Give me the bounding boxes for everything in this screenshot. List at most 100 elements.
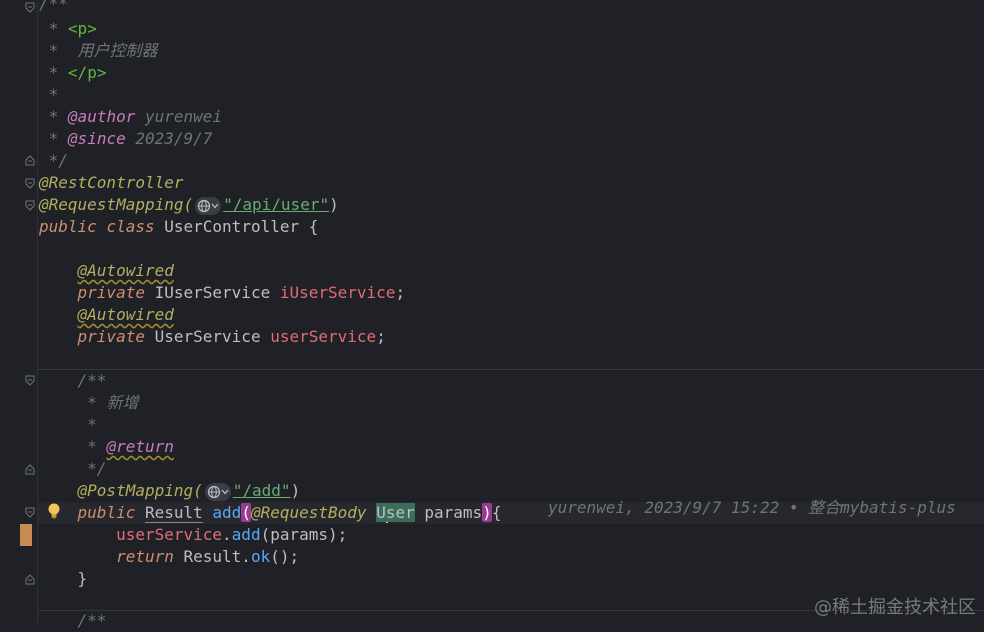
matched-paren: ( (241, 503, 251, 522)
comment-text: /** (39, 0, 68, 13)
blame-message: 整合 (808, 498, 841, 517)
comment-description: 用户控制器 (77, 41, 158, 60)
type-name: ser (385, 503, 415, 522)
code-line[interactable]: return Result.ok(); (39, 546, 299, 568)
code-line[interactable]: */ (39, 458, 106, 480)
code-line[interactable]: @Autowired (39, 304, 174, 326)
blame-message: mybatis-plus (840, 498, 956, 517)
method-name: add (212, 503, 242, 522)
code-editor[interactable]: /** * <p> * 用户控制器 * </p> * * @author yur… (0, 0, 984, 630)
comment-text: * (87, 393, 97, 412)
comment-text: * (48, 41, 59, 60)
field-name: userService (116, 525, 223, 544)
brace: } (77, 569, 88, 588)
fold-icon[interactable] (25, 2, 35, 13)
inline-blame[interactable]: yurenwei, 2023/9/7 15:22 • 整合mybatis-plu… (548, 497, 956, 519)
annotation: @RestController (39, 173, 184, 192)
globe-icon[interactable] (204, 482, 231, 501)
code-line[interactable]: } (39, 568, 88, 590)
paren: ) (290, 481, 301, 500)
author-value: yurenwei (145, 107, 223, 126)
code-line[interactable]: private IUserService iUserService; (39, 282, 406, 304)
blame-author: yurenwei, (548, 498, 635, 517)
class-name: UserController (164, 217, 300, 236)
brace: { (491, 503, 502, 522)
doc-tag: @return (106, 437, 174, 456)
code-line[interactable]: /** (39, 610, 107, 632)
keyword: private (77, 283, 145, 302)
code-line[interactable]: * (39, 84, 59, 106)
code-line[interactable]: * 用户控制器 (39, 40, 158, 62)
annotation: @RequestMapping( (39, 195, 194, 214)
fold-icon[interactable] (25, 507, 35, 518)
html-tag: </p> (67, 63, 107, 82)
field-name: iUserService (279, 283, 396, 302)
code-line[interactable]: userService.add(params); (39, 524, 347, 546)
call-args: (); (270, 547, 300, 566)
code-line[interactable]: * @author yurenwei (39, 106, 222, 128)
comment-description: 新增 (106, 393, 139, 412)
comment-text: * (48, 129, 59, 148)
code-line[interactable]: * 新增 (39, 392, 138, 414)
code-line[interactable]: @RequestMapping("/api/user") (39, 194, 339, 216)
fold-icon[interactable] (25, 464, 35, 475)
class-ref: Result. (183, 547, 251, 566)
doc-tag: @author (67, 107, 136, 126)
fold-icon[interactable] (25, 178, 35, 189)
string-literal[interactable]: "/api/user" (223, 195, 329, 214)
string-literal[interactable]: "/add" (233, 481, 291, 500)
code-line[interactable]: * <p> (39, 18, 97, 40)
globe-icon[interactable] (195, 196, 222, 215)
method-separator (38, 369, 984, 370)
comment-text: * (48, 19, 59, 38)
comment-text: * (48, 107, 59, 126)
code-line[interactable]: * </p> (39, 62, 107, 84)
code-line[interactable]: @Autowired (39, 260, 174, 282)
code-line[interactable]: private UserService userService; (39, 326, 386, 348)
semicolon: ; (376, 327, 386, 346)
code-line[interactable]: public class UserController { (39, 216, 318, 238)
code-line[interactable]: * @return (39, 436, 174, 458)
blame-date: 2023/9/7 15:22 (644, 498, 780, 517)
code-line[interactable]: */ (39, 150, 68, 172)
annotation: @Autowired (77, 261, 174, 280)
matched-paren: ) (482, 503, 492, 522)
code-line[interactable]: /** (39, 0, 68, 15)
code-line[interactable]: * (39, 414, 97, 436)
fold-icon[interactable] (25, 200, 35, 211)
type-name: U (376, 503, 386, 522)
type-name: IUserService (154, 283, 271, 302)
change-marker[interactable] (20, 524, 32, 546)
comment-text: */ (48, 151, 68, 170)
code-line[interactable]: @PostMapping("/add") (39, 480, 300, 502)
doc-tag: @since (67, 129, 126, 148)
comment-text: /** (77, 611, 107, 630)
since-value: 2023/9/7 (135, 129, 213, 148)
annotation: @Autowired (77, 305, 174, 324)
blame-bullet: • (788, 498, 799, 517)
comment-text: * (87, 415, 97, 434)
keyword: public (39, 217, 97, 236)
code-line[interactable]: public Result add(@RequestBody User para… (39, 502, 501, 524)
fold-icon[interactable] (25, 155, 35, 166)
type-name: UserService (154, 327, 261, 346)
code-line[interactable]: /** (39, 370, 107, 392)
comment-text: */ (87, 459, 107, 478)
keyword: private (77, 327, 145, 346)
annotation: @RequestBody (250, 503, 367, 522)
keyword: class (106, 217, 155, 236)
gutter[interactable] (0, 0, 38, 624)
code-line[interactable]: * @since 2023/9/7 (39, 128, 213, 150)
code-line[interactable]: @RestController (39, 172, 184, 194)
comment-text: * (87, 437, 97, 456)
comment-text: /** (77, 371, 107, 390)
semicolon: ; (395, 283, 406, 302)
keyword: return (116, 547, 174, 566)
brace: { (308, 217, 319, 236)
field-name: userService (270, 327, 377, 346)
watermark: @稀土掘金技术社区 (814, 597, 976, 618)
fold-icon[interactable] (25, 375, 35, 386)
method-call: ok (250, 547, 271, 566)
param-name: params (424, 503, 483, 522)
fold-icon[interactable] (25, 574, 35, 585)
